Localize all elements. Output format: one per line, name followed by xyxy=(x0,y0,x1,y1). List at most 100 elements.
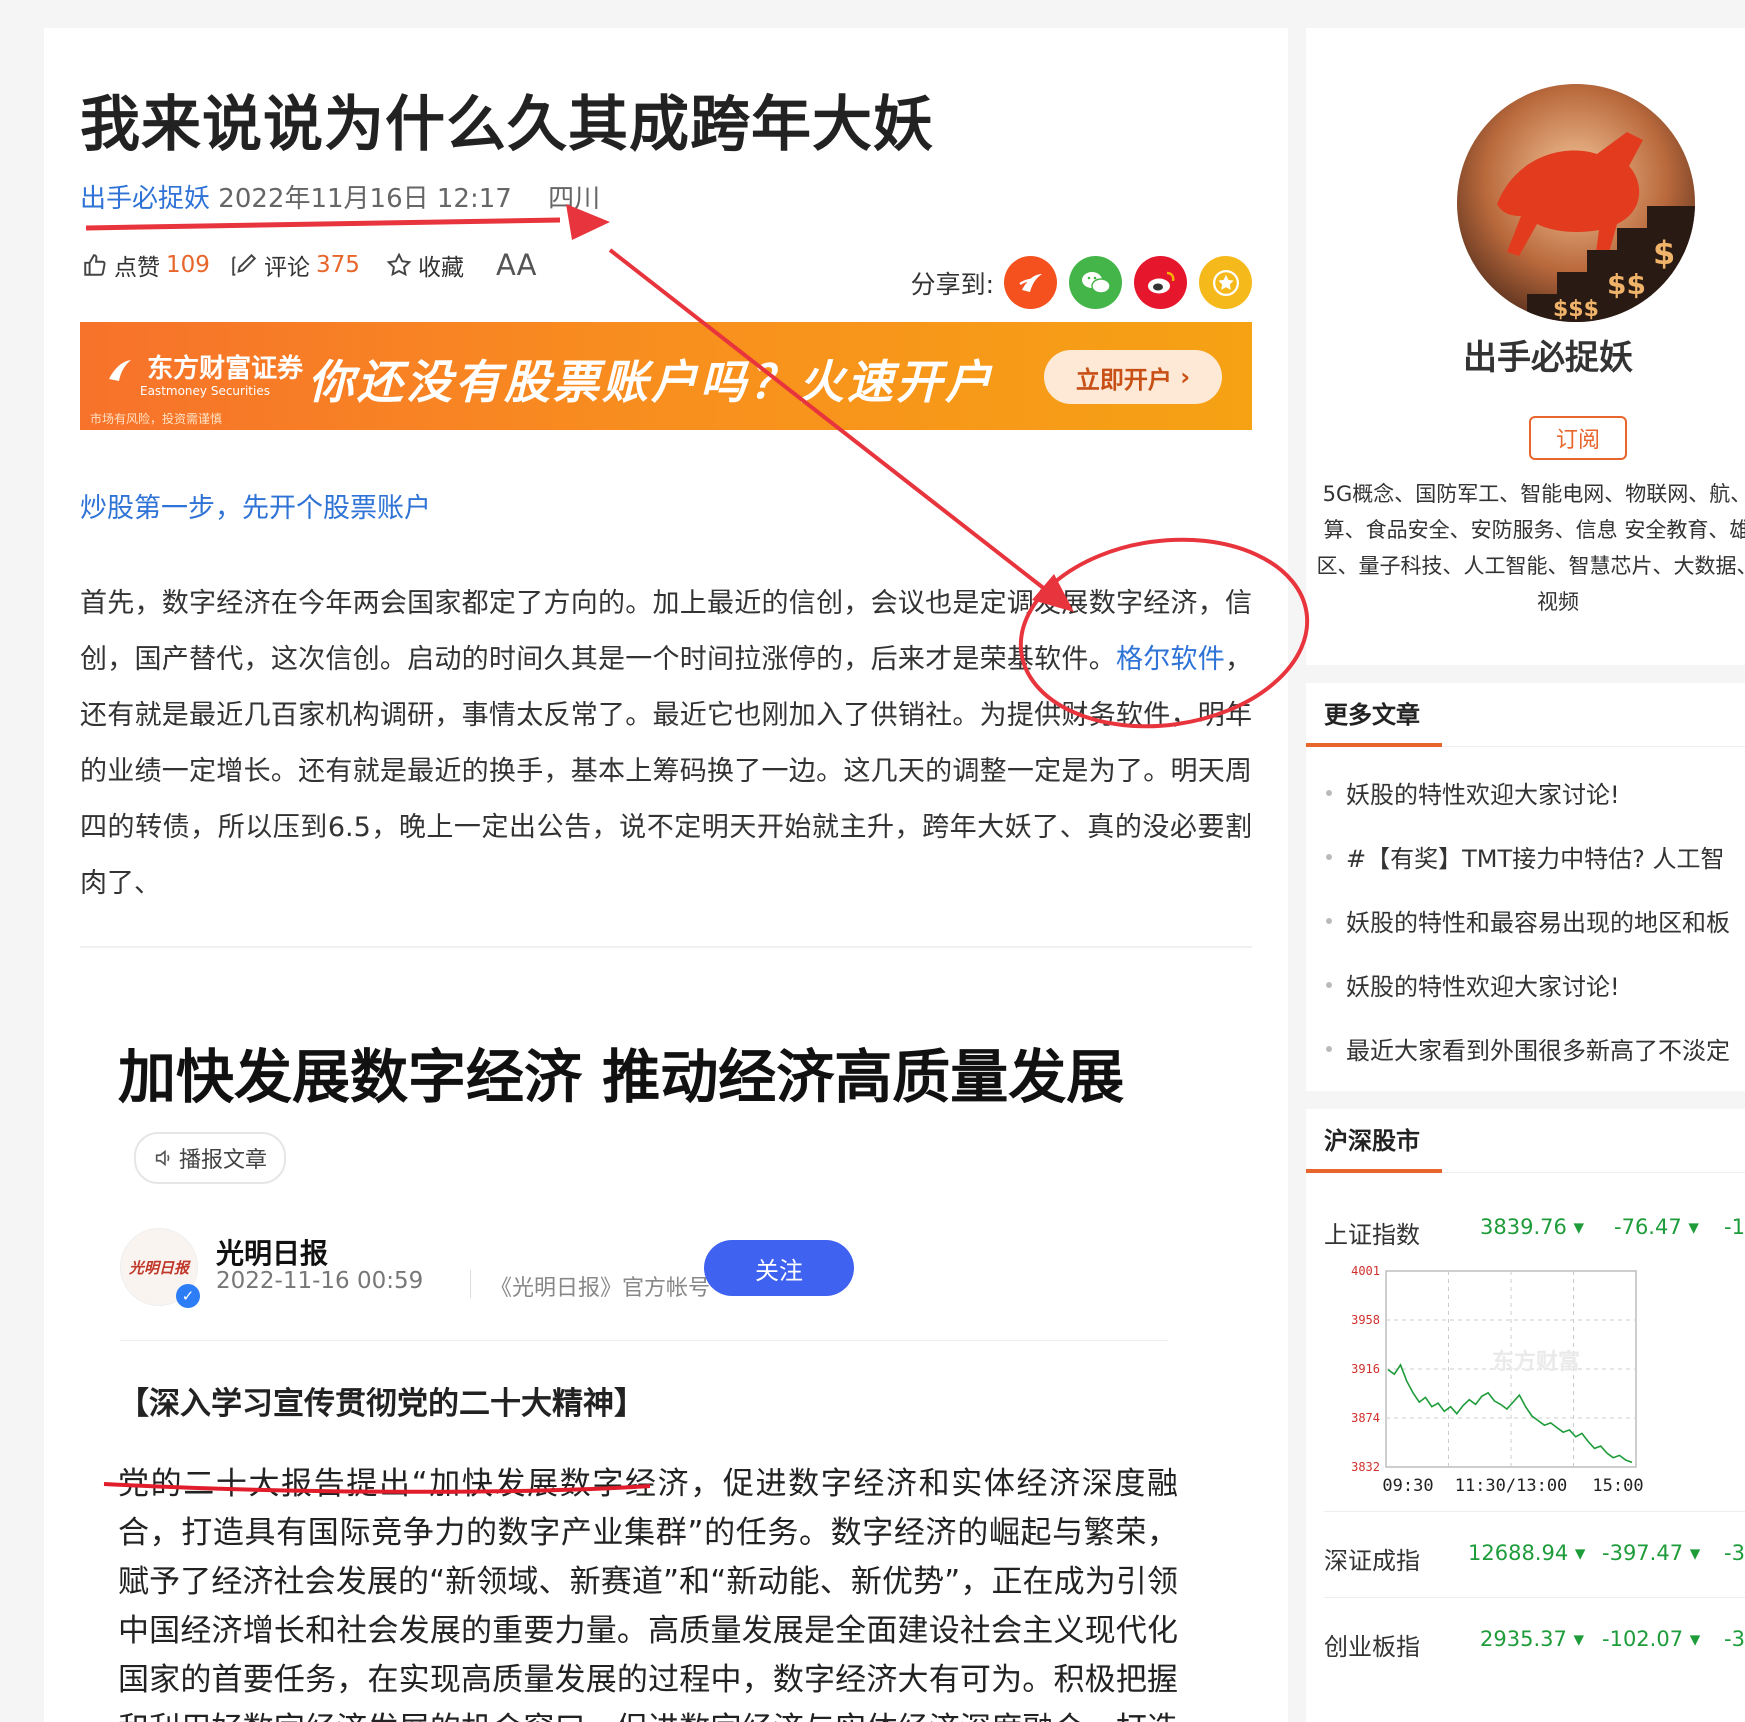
index-name: 创业板指 xyxy=(1324,1633,1420,1661)
author-tags: 5G概念、国防军工、智能电网、物联网、航、云计算、食品安全、安防服务、信息 安全… xyxy=(1316,482,1745,614)
source-name: 光明日报 xyxy=(216,1237,329,1270)
follow-button[interactable]: 关注 xyxy=(704,1240,854,1296)
stock-link[interactable]: 格尔软件 xyxy=(1116,644,1225,675)
favorite-label: 收藏 xyxy=(418,255,464,281)
index-pct: -3 xyxy=(1724,1627,1745,1651)
market-card: 沪深股市 上证指数 3839.76 ▾ -76.47 ▾ -1 4001 3958… xyxy=(1306,1109,1745,1722)
list-item[interactable]: 妖股的特性欢迎大家讨论! xyxy=(1326,967,1620,1002)
list-item[interactable]: 妖股的特性和最容易出现的地区和板 xyxy=(1326,903,1730,938)
author-name: 出手必捉妖 xyxy=(1463,338,1633,378)
eastmoney-icon[interactable] xyxy=(1004,256,1057,309)
bullet-icon xyxy=(1326,981,1332,988)
bullet-icon xyxy=(1326,917,1332,924)
chart-watermark: 东方财富 xyxy=(1492,1349,1580,1375)
y-tick-label: 3958 xyxy=(1351,1313,1380,1327)
account-opening-banner[interactable]: 东方财富证券 Eastmoney Securities 市场有风险，投资需谨慎 … xyxy=(80,322,1252,430)
comment-button[interactable]: 评论 375 xyxy=(230,248,360,282)
share-label: 分享到: xyxy=(910,269,994,299)
open-account-button[interactable]: 立即开户 › xyxy=(1044,350,1222,404)
underlined-phrase: 党的二十大报告提出“加快发展数字经济 xyxy=(118,1466,691,1502)
index-price: 3839.76 ▾ xyxy=(1480,1215,1585,1239)
comment-label: 评论 xyxy=(264,255,310,281)
y-tick-label: 4001 xyxy=(1351,1264,1380,1278)
embedded-paragraph: 党的二十大报告提出“加快发展数字经济，促进数字经济和实体经济深度融合，打造具有国… xyxy=(118,1460,1178,1722)
index-pct: -1 xyxy=(1724,1215,1745,1239)
embedded-divider xyxy=(120,1340,1168,1341)
listen-button[interactable]: 播报文章 xyxy=(134,1132,286,1184)
y-tick-label: 3874 xyxy=(1351,1411,1380,1425)
more-articles-title: 更多文章 xyxy=(1324,701,1420,729)
like-count: 109 xyxy=(166,252,210,278)
y-tick-label: 3832 xyxy=(1351,1460,1380,1474)
weibo-icon[interactable] xyxy=(1134,256,1187,309)
promo-link[interactable]: 炒股第一步，先开个股票账户 xyxy=(80,486,431,525)
index-price: 12688.94 ▾ xyxy=(1468,1541,1586,1565)
subscribe-button[interactable]: 订阅 xyxy=(1529,416,1627,460)
banner-slogan: 你还没有股票账户吗？火速开户 xyxy=(308,355,994,409)
article-meta: 出手必捉妖 2022年11月16日 12:17 四川 xyxy=(80,178,600,215)
bullet-icon xyxy=(1326,789,1332,796)
index-row-sh[interactable]: 上证指数 xyxy=(1324,1215,1420,1250)
star-icon[interactable] xyxy=(1199,256,1252,309)
embedded-section-heading: 【深入学习宣传贯彻党的二十大精神】 xyxy=(118,1386,645,1422)
index-row-sz[interactable]: 深证成指 xyxy=(1324,1541,1420,1576)
list-item[interactable]: 妖股的特性欢迎大家讨论! xyxy=(1326,775,1620,810)
eastmoney-logo-icon xyxy=(109,359,131,381)
index-pct: -3 xyxy=(1724,1541,1745,1565)
like-button[interactable]: 点赞 109 xyxy=(82,248,210,282)
verified-icon: ✓ xyxy=(176,1284,200,1308)
svg-text:$: $ xyxy=(1653,234,1675,272)
author-card: $$$ $$ $ 出手必捉妖 订阅 5G概念、国防军工、智能电网、物联网、航、云… xyxy=(1306,28,1745,665)
paragraph-rest: ，促进数字经济和实体经济深度融合，打造具有国际竞争力的数字产业集群”的任务。数字… xyxy=(118,1466,1179,1722)
wechat-icon[interactable] xyxy=(1069,256,1122,309)
y-tick-label: 3916 xyxy=(1351,1362,1380,1376)
speaker-icon xyxy=(155,1149,170,1167)
index-name: 上证指数 xyxy=(1324,1221,1420,1249)
article-date: 2022年11月16日 12:17 xyxy=(218,184,512,214)
list-item[interactable]: 最近大家看到外围很多新高了不淡定 xyxy=(1326,1031,1730,1066)
list-item[interactable]: #【有奖】TMT接力中特估? 人工智 xyxy=(1326,839,1725,874)
bullet-icon xyxy=(1326,853,1332,860)
like-label: 点赞 xyxy=(114,255,160,281)
source-date: 2022-11-16 00:59 xyxy=(216,1268,424,1294)
x-tick-label: 11:30/13:00 xyxy=(1455,1476,1568,1496)
bullet-icon xyxy=(1326,1045,1332,1052)
index-name: 深证成指 xyxy=(1324,1547,1420,1575)
svg-text:$$: $$ xyxy=(1607,268,1646,301)
index-change: -76.47 ▾ xyxy=(1614,1215,1699,1239)
index-change: -397.47 ▾ xyxy=(1602,1541,1701,1565)
svg-text:$$$: $$$ xyxy=(1553,297,1599,322)
banner-risk-note: 市场有风险，投资需谨慎 xyxy=(90,412,223,426)
banner-brand: 东方财富证券 xyxy=(102,348,303,385)
thumbs-up-icon xyxy=(84,254,106,276)
index-change: -102.07 ▾ xyxy=(1602,1627,1701,1651)
edit-comment-icon xyxy=(232,253,257,276)
row-divider xyxy=(1324,1511,1745,1512)
source-divider xyxy=(470,1270,471,1298)
index-price: 2935.37 ▾ xyxy=(1480,1627,1585,1651)
embedded-title: 加快发展数字经济 推动经济高质量发展 xyxy=(118,1043,1125,1111)
author-avatar[interactable]: $$$ $$ $ xyxy=(1457,84,1695,322)
body-text-part2: ，还有就是最近几百家机构调研，事情太反常了。最近它也刚加入了供销社。为提供财务软… xyxy=(80,644,1253,899)
article-body: 首先，数字经济在今年两会国家都定了方向的。加上最近的信创，会议也是定调发展数字经… xyxy=(80,576,1252,912)
row-divider xyxy=(1324,1597,1745,1598)
x-tick-label: 09:30 xyxy=(1382,1476,1433,1496)
more-articles-card: 更多文章 妖股的特性欢迎大家讨论! #【有奖】TMT接力中特估? 人工智 妖股的… xyxy=(1306,683,1745,1091)
x-tick-label: 15:00 xyxy=(1592,1476,1643,1496)
favorite-button[interactable]: 收藏 xyxy=(386,248,464,282)
article-card: 我来说说为什么久其成跨年大妖 出手必捉妖 2022年11月16日 12:17 四… xyxy=(44,28,1288,1722)
font-size-icon: AA xyxy=(496,248,537,282)
source-desc: 《光明日报》官方帐号 xyxy=(490,1276,711,1301)
market-title: 沪深股市 xyxy=(1324,1127,1420,1155)
article-title: 我来说说为什么久其成跨年大妖 xyxy=(80,90,934,160)
comment-count: 375 xyxy=(316,252,360,278)
index-intraday-chart[interactable]: 4001 3958 3916 3874 3832 东方财富 09:30 11:30/13:00… xyxy=(1336,1259,1676,1509)
index-row-cyb[interactable]: 创业板指 xyxy=(1324,1627,1420,1662)
section-accent-bar xyxy=(1306,743,1442,747)
embedded-news-image: 加快发展数字经济 推动经济高质量发展 播报文章 光明日报 ✓ 光明日报 2022… xyxy=(80,946,1252,1722)
share-bar: 分享到: xyxy=(911,256,1252,309)
star-outline-icon xyxy=(386,252,412,277)
font-size-button[interactable]: AA xyxy=(496,248,536,282)
banner-brand-en: Eastmoney Securities xyxy=(140,384,270,398)
author-link[interactable]: 出手必捉妖 xyxy=(80,184,210,214)
